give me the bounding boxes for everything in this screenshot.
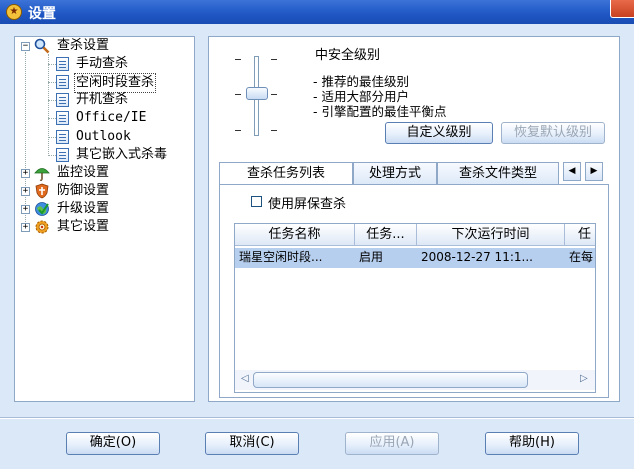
apply-button[interactable]: 应用(A) <box>345 432 439 455</box>
table-cell: 启用 <box>355 248 417 268</box>
tree-line <box>48 64 56 65</box>
scroll-left-arrow[interactable]: ◁ <box>241 373 249 384</box>
tree-item-label: 防御设置 <box>57 183 110 198</box>
security-desc-line: - 引擎配置的最佳平衡点 <box>313 104 447 119</box>
shield-icon <box>35 183 49 199</box>
slider-tick <box>235 130 241 131</box>
expand-toggle[interactable]: + <box>21 169 30 178</box>
settings-window: ★ 设置 − 查杀设置 手动查杀 空闲时段查杀 开机查杀 Office/IE O… <box>0 0 634 469</box>
document-icon <box>56 148 69 162</box>
tree-item-label: Outlook <box>76 129 131 144</box>
tab-scroll-left-button[interactable]: ◀ <box>563 162 581 181</box>
column-header-task-status[interactable]: 任务... <box>355 224 417 246</box>
tree-item-label: Office/IE <box>76 110 147 125</box>
tab-scan-file-types[interactable]: 查杀文件类型 <box>437 162 559 184</box>
collapse-toggle[interactable]: − <box>21 42 30 51</box>
tree-item-office-ie[interactable]: Office/IE <box>56 109 186 127</box>
tree-line <box>48 54 49 156</box>
tree-item-other-settings[interactable]: + 其它设置 <box>20 218 190 236</box>
screensaver-scan-checkbox[interactable] <box>251 196 262 207</box>
magnifier-icon <box>34 38 50 54</box>
app-logo-icon: ★ <box>6 4 22 20</box>
tree-item-embedded-scan[interactable]: 其它嵌入式杀毒 <box>56 146 191 164</box>
title-bar[interactable]: ★ 设置 <box>0 0 634 24</box>
table-cell: 2008-12-27 11:1... <box>417 248 565 268</box>
tree-item-label: 开机查杀 <box>76 92 129 107</box>
horizontal-scrollbar[interactable]: ◁ ▷ <box>235 370 595 390</box>
security-desc-line: - 推荐的最佳级别 <box>313 74 409 89</box>
column-header-task-name[interactable]: 任务名称 <box>235 224 355 246</box>
tree-line <box>48 155 56 156</box>
document-icon <box>56 130 69 144</box>
slider-tick <box>235 59 241 60</box>
tree-line <box>48 82 56 83</box>
tree-item-label: 监控设置 <box>57 165 110 180</box>
slider-tick <box>235 94 241 95</box>
ok-button[interactable]: 确定(O) <box>66 432 160 455</box>
task-table: 任务名称 任务... 下次运行时间 任 瑞星空闲时段... 启用 2008-12… <box>234 223 596 393</box>
custom-level-button[interactable]: 自定义级别 <box>385 122 493 144</box>
table-cell: 在每 <box>565 248 595 268</box>
restore-default-level-button[interactable]: 恢复默认级别 <box>501 122 605 144</box>
column-header-extra[interactable]: 任 <box>565 224 595 246</box>
screensaver-scan-label: 使用屏保查杀 <box>268 197 347 212</box>
tree-item-label: 查杀设置 <box>57 38 110 53</box>
tree-item-boot-scan[interactable]: 开机查杀 <box>56 91 186 109</box>
tree-item-label: 手动查杀 <box>76 56 129 71</box>
tree-item-label: 其它设置 <box>57 219 110 234</box>
tree-line <box>48 100 56 101</box>
tree-line <box>48 137 56 138</box>
tab-scroll-right-button[interactable]: ▶ <box>585 162 603 181</box>
security-level-title: 中安全级别 <box>315 48 381 63</box>
column-header-next-run[interactable]: 下次运行时间 <box>417 224 565 246</box>
document-icon <box>56 93 69 107</box>
tree-item-outlook[interactable]: Outlook <box>56 128 186 146</box>
help-button[interactable]: 帮助(H) <box>485 432 579 455</box>
security-level-slider-thumb[interactable] <box>246 87 268 100</box>
expand-toggle[interactable]: + <box>21 205 30 214</box>
divider <box>0 418 634 419</box>
tab-scan-task-list[interactable]: 查杀任务列表 <box>219 162 353 185</box>
document-icon <box>56 75 69 89</box>
umbrella-icon <box>34 168 50 181</box>
tree-item-update-settings[interactable]: + 升级设置 <box>20 200 190 218</box>
expand-toggle[interactable]: + <box>21 223 30 232</box>
tree-item-scan-settings[interactable]: − 查杀设置 <box>20 37 190 55</box>
scroll-right-arrow[interactable]: ▷ <box>580 373 588 384</box>
table-cell: 瑞星空闲时段... <box>235 248 355 268</box>
tree-item-label: 升级设置 <box>57 201 110 216</box>
close-button[interactable] <box>610 0 634 18</box>
security-desc-line: - 适用大部分用户 <box>313 89 409 104</box>
tree-item-manual-scan[interactable]: 手动查杀 <box>56 55 186 73</box>
scrollbar-thumb[interactable] <box>253 372 528 388</box>
slider-tick <box>271 59 277 60</box>
tree-item-monitor-settings[interactable]: + 监控设置 <box>20 164 190 182</box>
tree-line <box>48 118 56 119</box>
tab-handling-method[interactable]: 处理方式 <box>353 162 437 184</box>
document-icon <box>56 111 69 125</box>
tree-item-label: 空闲时段查杀 <box>74 73 157 93</box>
slider-tick <box>271 94 277 95</box>
tree-item-defense-settings[interactable]: + 防御设置 <box>20 182 190 200</box>
slider-tick <box>271 130 277 131</box>
window-title: 设置 <box>28 6 56 22</box>
expand-toggle[interactable]: + <box>21 187 30 196</box>
tree-item-label: 其它嵌入式杀毒 <box>76 147 168 162</box>
cancel-button[interactable]: 取消(C) <box>205 432 299 455</box>
globe-icon <box>35 202 49 216</box>
gear-icon <box>35 220 49 234</box>
document-icon <box>56 57 69 71</box>
security-level-description: - 推荐的最佳级别 - 适用大部分用户 - 引擎配置的最佳平衡点 <box>313 74 446 119</box>
tree-item-idle-scan[interactable]: 空闲时段查杀 <box>56 73 186 93</box>
